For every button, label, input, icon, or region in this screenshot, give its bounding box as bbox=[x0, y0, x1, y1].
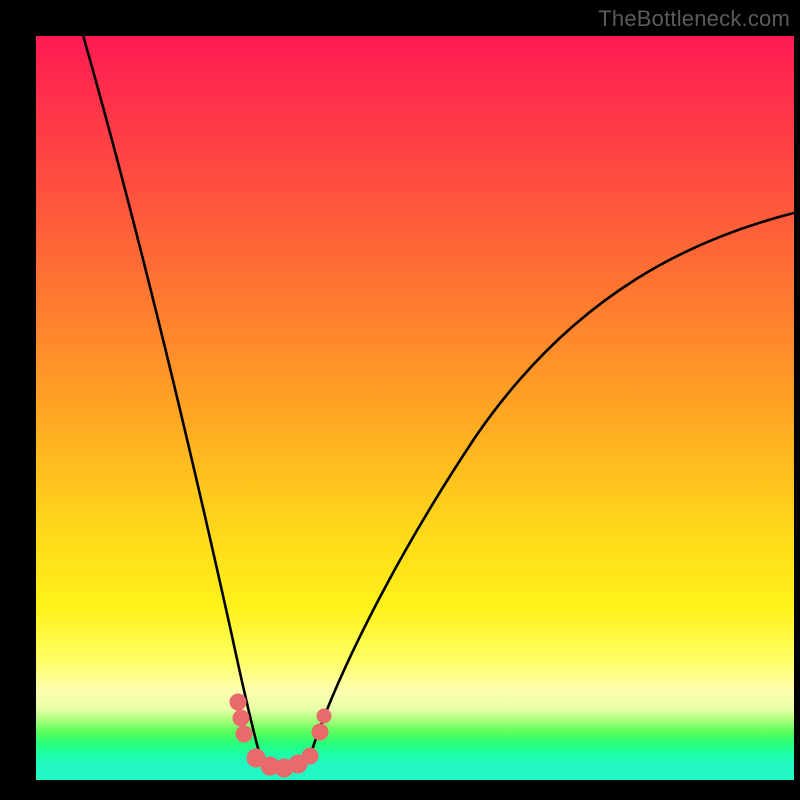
marker-cluster bbox=[230, 694, 331, 777]
watermark-text: TheBottleneck.com bbox=[598, 6, 790, 32]
curve-right bbox=[310, 210, 794, 756]
chart-frame: TheBottleneck.com bbox=[0, 0, 800, 800]
plot-area bbox=[36, 36, 794, 780]
curve-layer bbox=[36, 36, 794, 780]
curve-left bbox=[81, 36, 260, 756]
